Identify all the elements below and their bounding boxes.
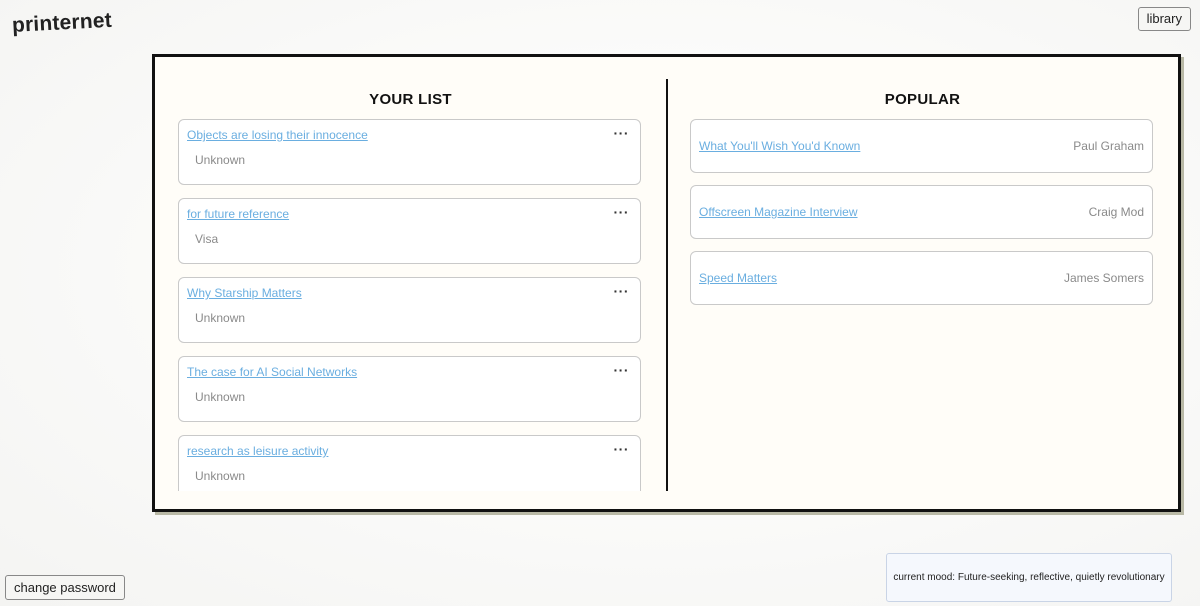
list-item-link[interactable]: The case for AI Social Networks xyxy=(187,365,357,379)
list-item: research as leisure activity ··· Unknown xyxy=(178,435,641,491)
more-options-icon[interactable]: ··· xyxy=(614,204,630,220)
list-item-source: Unknown xyxy=(195,311,246,325)
your-list-column: YOUR LIST Objects are losing their innoc… xyxy=(178,57,643,509)
more-options-icon[interactable]: ··· xyxy=(614,283,630,299)
popular-item: Speed Matters James Somers xyxy=(690,251,1153,305)
library-button[interactable]: library xyxy=(1137,7,1191,31)
popular-item: What You'll Wish You'd Known Paul Graham xyxy=(690,119,1153,173)
main-panel: YOUR LIST Objects are losing their innoc… xyxy=(152,54,1181,512)
popular-item-link[interactable]: What You'll Wish You'd Known xyxy=(699,139,860,153)
list-item-source: Visa xyxy=(195,232,219,246)
popular-item-author: Craig Mod xyxy=(1088,205,1144,219)
mood-status: current mood: Future-seeking, reflective… xyxy=(886,553,1172,602)
more-options-icon[interactable]: ··· xyxy=(614,441,630,457)
list-item: Why Starship Matters ··· Unknown xyxy=(178,277,641,343)
popular-item-author: James Somers xyxy=(1063,271,1144,285)
list-item-link[interactable]: Objects are losing their innocence xyxy=(187,128,368,142)
popular-item-link[interactable]: Speed Matters xyxy=(699,271,777,285)
list-item: for future reference ··· Visa xyxy=(178,198,641,264)
popular-title: POPULAR xyxy=(884,91,961,108)
list-item-source: Unknown xyxy=(195,390,246,404)
popular-item-author: Paul Graham xyxy=(1073,139,1144,153)
list-item-link[interactable]: Why Starship Matters xyxy=(187,286,302,300)
your-list-title: YOUR LIST xyxy=(369,91,452,108)
list-item-link[interactable]: for future reference xyxy=(187,207,289,221)
list-item: Objects are losing their innocence ··· U… xyxy=(178,119,641,185)
popular-list: What You'll Wish You'd Known Paul Graham… xyxy=(690,119,1155,317)
app-logo: printernet xyxy=(11,8,113,37)
popular-column: POPULAR What You'll Wish You'd Known Pau… xyxy=(690,57,1155,509)
more-options-icon[interactable]: ··· xyxy=(614,362,630,378)
your-list-scroll[interactable]: Objects are losing their innocence ··· U… xyxy=(178,119,643,491)
list-item-link[interactable]: research as leisure activity xyxy=(187,444,328,458)
column-divider xyxy=(666,79,668,491)
list-item-source: Unknown xyxy=(195,153,246,167)
change-password-button[interactable]: change password xyxy=(5,575,125,600)
popular-item: Offscreen Magazine Interview Craig Mod xyxy=(690,185,1153,239)
popular-item-link[interactable]: Offscreen Magazine Interview xyxy=(699,205,858,219)
list-item-source: Unknown xyxy=(195,469,246,483)
more-options-icon[interactable]: ··· xyxy=(614,125,630,141)
list-item: The case for AI Social Networks ··· Unkn… xyxy=(178,356,641,422)
